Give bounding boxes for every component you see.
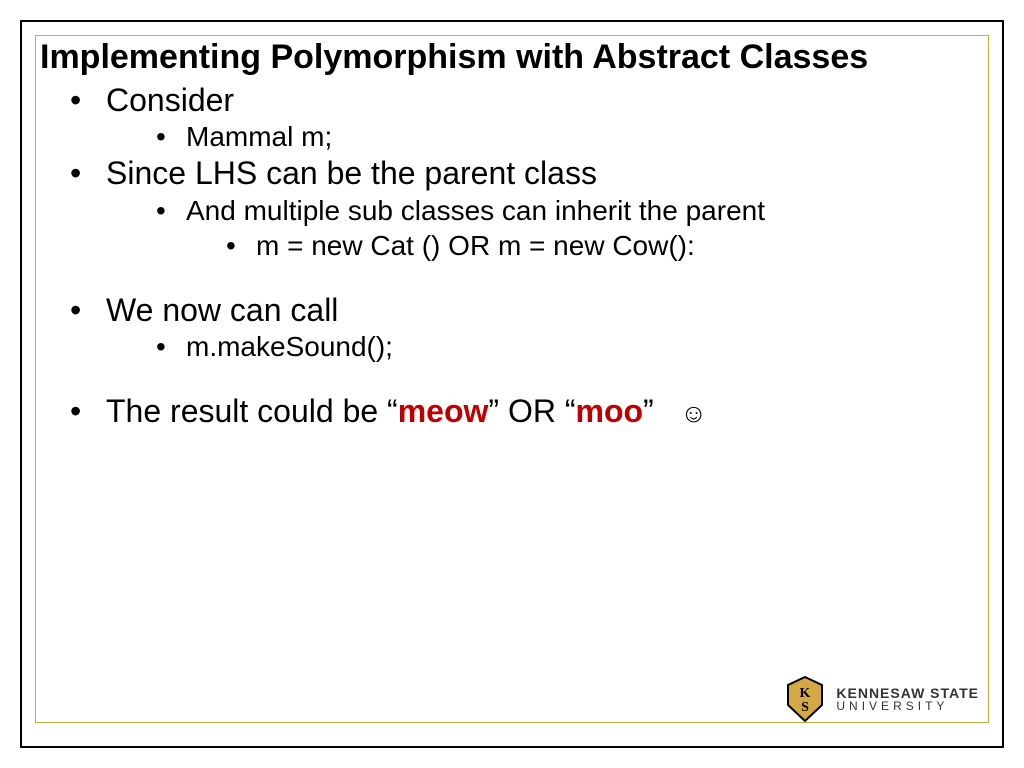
bullet-text: And multiple sub classes can inherit the…: [186, 195, 765, 226]
bullet-multiple-sub: And multiple sub classes can inherit the…: [156, 193, 984, 263]
logo-line1: KENNESAW STATE: [836, 686, 979, 700]
result-moo: moo: [575, 393, 643, 429]
result-pre: The result could be “: [106, 393, 398, 429]
result-mid: ” OR “: [488, 393, 575, 429]
slide-content: Implementing Polymorphism with Abstract …: [40, 38, 984, 431]
bullet-consider: Consider Mammal m;: [70, 81, 984, 154]
bullet-we-now-call: We now can call m.makeSound();: [70, 291, 984, 364]
bullet-result: The result could be “meow” OR “moo” ☺: [70, 392, 984, 430]
bullet-text: Since LHS can be the parent class: [106, 155, 597, 191]
logo-line2: UNIVERSITY: [836, 700, 979, 712]
spacer: [40, 263, 984, 291]
bullet-text: We now can call: [106, 292, 338, 328]
bullet-list: We now can call m.makeSound();: [40, 291, 984, 364]
bullet-list: Consider Mammal m; Since LHS can be the …: [40, 81, 984, 263]
result-post: ”: [643, 393, 680, 429]
bullet-text: m.makeSound();: [186, 331, 393, 362]
spacer: [40, 364, 984, 392]
svg-text:S: S: [801, 700, 809, 715]
bullet-mammal: Mammal m;: [156, 119, 984, 154]
logo-text: KENNESAW STATE UNIVERSITY: [836, 686, 979, 712]
bullet-since-lhs: Since LHS can be the parent class And mu…: [70, 154, 984, 262]
svg-text:K: K: [800, 686, 811, 701]
bullet-list: The result could be “meow” OR “moo” ☺: [40, 392, 984, 430]
slide-title: Implementing Polymorphism with Abstract …: [40, 38, 984, 77]
bullet-text: m = new Cat () OR m = new Cow():: [256, 230, 695, 261]
bullet-cat-cow: m = new Cat () OR m = new Cow():: [226, 228, 984, 263]
bullet-makesound: m.makeSound();: [156, 329, 984, 364]
university-logo: K S KENNESAW STATE UNIVERSITY: [784, 675, 979, 723]
result-meow: meow: [398, 393, 489, 429]
ksu-shield-icon: K S: [784, 675, 826, 723]
smiley-icon: ☺: [680, 398, 707, 428]
bullet-text: Mammal m;: [186, 121, 332, 152]
bullet-text: Consider: [106, 82, 234, 118]
